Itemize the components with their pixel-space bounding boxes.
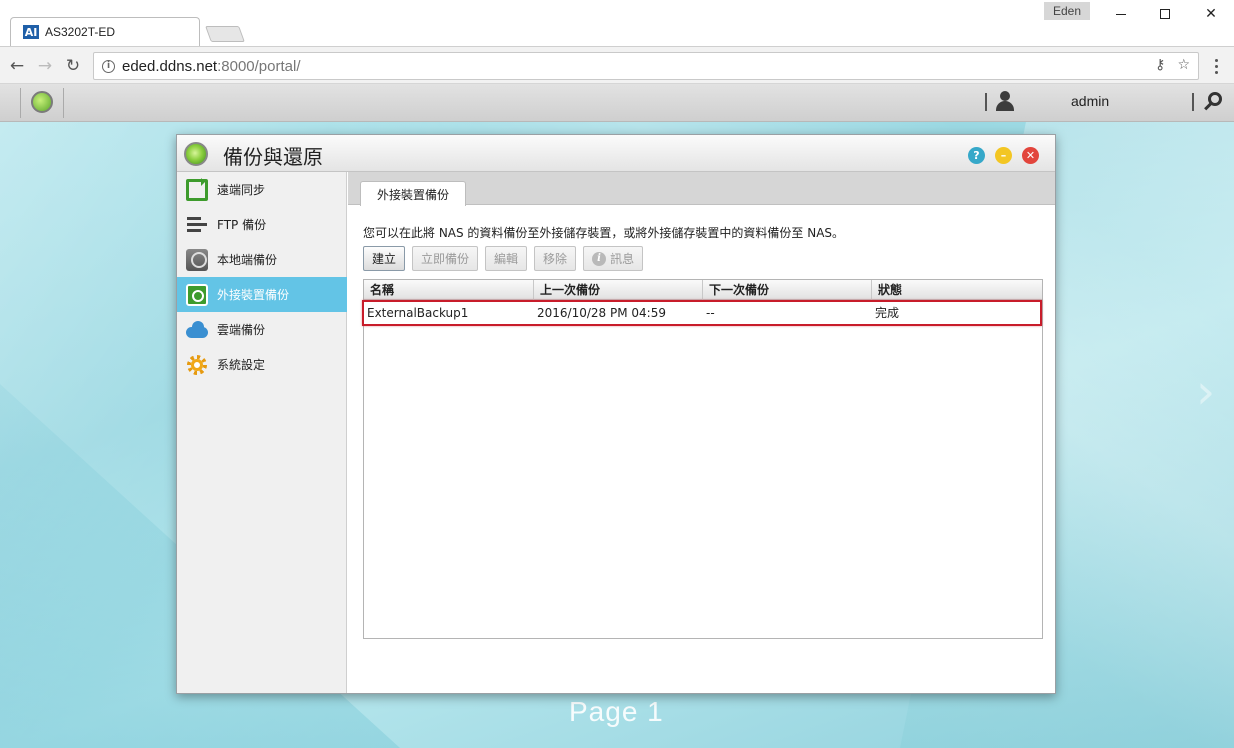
user-icon[interactable] [994, 91, 1016, 113]
create-button[interactable]: 建立 [363, 246, 406, 271]
info-icon: i [592, 251, 607, 266]
backup-now-button[interactable]: 立即備份 [412, 246, 479, 271]
window-title: 備份與還原 [223, 145, 323, 169]
description-text: 您可以在此將 NAS 的資料備份至外接儲存裝置，或將外接儲存裝置中的資料備份至 … [363, 226, 845, 240]
gear-icon [186, 354, 208, 376]
remote-sync-icon [186, 177, 208, 201]
sidebar-item-label: FTP 備份 [217, 218, 267, 232]
arrow-left-icon: ← [9, 56, 25, 76]
help-icon: ? [973, 149, 980, 162]
window-header[interactable]: 備份與還原 ? – ✕ [177, 135, 1055, 172]
sidebar-item-cloud-backup[interactable]: 雲端備份 [177, 312, 347, 347]
browser-tab[interactable]: AI AS3202T-ED [10, 17, 200, 46]
tab-strip: 外接裝置備份 [348, 172, 1055, 206]
back-button[interactable]: ← [6, 55, 28, 77]
new-tab-button[interactable] [205, 26, 245, 42]
forward-button[interactable]: → [34, 55, 56, 77]
sidebar: 遠端同步 FTP 備份 本地端備份 外接裝置備份 雲端備份 系統設定 [177, 172, 347, 693]
table-row[interactable]: ExternalBackup1 2016/10/28 PM 04:59 -- 完… [362, 300, 1042, 326]
url-text: eded.ddns.net:8000/portal/ [122, 58, 301, 75]
taskbar-divider [63, 88, 64, 118]
sidebar-item-label: 本地端備份 [217, 253, 278, 267]
table-header: 名稱 上一次備份 下一次備份 狀態 [364, 280, 1042, 300]
local-backup-icon [186, 248, 208, 271]
cloud-backup-icon [186, 319, 208, 341]
username-label[interactable]: admin [1071, 93, 1109, 109]
omnibox-actions: ⚷ ☆ [1155, 57, 1190, 73]
help-button[interactable]: ? [968, 147, 985, 164]
browser-menu-button[interactable] [1205, 55, 1227, 77]
main-content: 外接裝置備份 您可以在此將 NAS 的資料備份至外接儲存裝置，或將外接儲存裝置中… [348, 172, 1055, 693]
page-indicator: Page 1 [569, 696, 664, 727]
close-icon: ✕ [1025, 149, 1036, 162]
external-backup-icon [186, 283, 208, 306]
profile-button[interactable]: Eden [1044, 2, 1090, 20]
close-icon: ✕ [1205, 6, 1217, 22]
sidebar-item-external-backup[interactable]: 外接裝置備份 [177, 277, 347, 312]
remove-button[interactable]: 移除 [534, 246, 577, 271]
minimize-icon [1116, 13, 1126, 15]
taskbar-divider [20, 88, 21, 118]
browser-toolbar: ← → ↻ i eded.ddns.net:8000/portal/ ⚷ ☆ [0, 46, 1234, 84]
arrow-right-icon: → [37, 56, 53, 76]
window-maximize-button[interactable] [1142, 0, 1188, 28]
maximize-icon [1160, 9, 1170, 19]
sidebar-item-label: 遠端同步 [217, 183, 266, 197]
sidebar-item-label: 系統設定 [217, 358, 266, 372]
reload-icon: ↻ [65, 56, 81, 76]
app-close-button[interactable]: ✕ [1022, 147, 1039, 164]
url-host: eded.ddns.net [122, 57, 218, 75]
info-button-label: 訊息 [610, 252, 635, 266]
info-button[interactable]: i 訊息 [583, 246, 644, 271]
sidebar-item-label: 雲端備份 [217, 323, 266, 337]
minimize-icon: – [1000, 149, 1007, 162]
sidebar-item-local-backup[interactable]: 本地端備份 [177, 242, 347, 277]
reload-button[interactable]: ↻ [62, 55, 84, 77]
tab-title: AS3202T-ED [45, 25, 116, 39]
app-minimize-button[interactable]: – [995, 147, 1012, 164]
window-minimize-button[interactable] [1098, 0, 1144, 28]
asustor-favicon-icon: AI [23, 25, 39, 39]
key-icon[interactable]: ⚷ [1155, 57, 1165, 73]
row-highlight-box [362, 300, 1042, 326]
edit-button[interactable]: 編輯 [485, 246, 528, 271]
browser-titlebar: AI AS3202T-ED Eden ✕ [0, 0, 1234, 46]
backup-restore-window: 備份與還原 ? – ✕ 遠端同步 FTP 備份 本地端備份 外接裝置備份 雲端備… [176, 134, 1056, 694]
adm-taskbar: admin [0, 84, 1234, 122]
sidebar-item-label: 外接裝置備份 [217, 288, 290, 302]
window-close-button[interactable]: ✕ [1188, 0, 1234, 28]
next-page-arrow-icon[interactable]: › [1196, 364, 1215, 420]
sidebar-item-settings[interactable]: 系統設定 [177, 347, 347, 382]
bookmark-star-icon[interactable]: ☆ [1177, 57, 1190, 73]
backup-restore-app-icon [184, 142, 208, 166]
column-header-status[interactable]: 狀態 [872, 280, 1042, 300]
column-header-last-backup[interactable]: 上一次備份 [534, 280, 703, 300]
site-info-icon[interactable]: i [102, 59, 115, 73]
address-bar[interactable]: i eded.ddns.net:8000/portal/ ⚷ ☆ [93, 52, 1199, 80]
url-path: :8000/portal/ [217, 57, 301, 75]
search-icon[interactable] [1202, 92, 1222, 112]
sidebar-item-remote-sync[interactable]: 遠端同步 [177, 172, 347, 207]
column-header-name[interactable]: 名稱 [364, 280, 534, 300]
ftp-backup-icon [186, 214, 208, 236]
taskbar-divider [1192, 93, 1194, 111]
adm-desktop: admin › Page 1 備份與還原 ? – ✕ 遠端同步 FTP 備份 本… [0, 84, 1234, 748]
taskbar-divider [985, 93, 987, 111]
tab-external-backup[interactable]: 外接裝置備份 [360, 181, 467, 206]
action-toolbar: 建立 立即備份 編輯 移除 i 訊息 [363, 246, 644, 271]
column-header-next-backup[interactable]: 下一次備份 [703, 280, 872, 300]
backup-restore-taskbar-icon[interactable] [31, 91, 53, 113]
sidebar-item-ftp-backup[interactable]: FTP 備份 [177, 207, 347, 242]
backup-jobs-table: 名稱 上一次備份 下一次備份 狀態 ExternalBackup1 2016/1… [362, 279, 1043, 639]
